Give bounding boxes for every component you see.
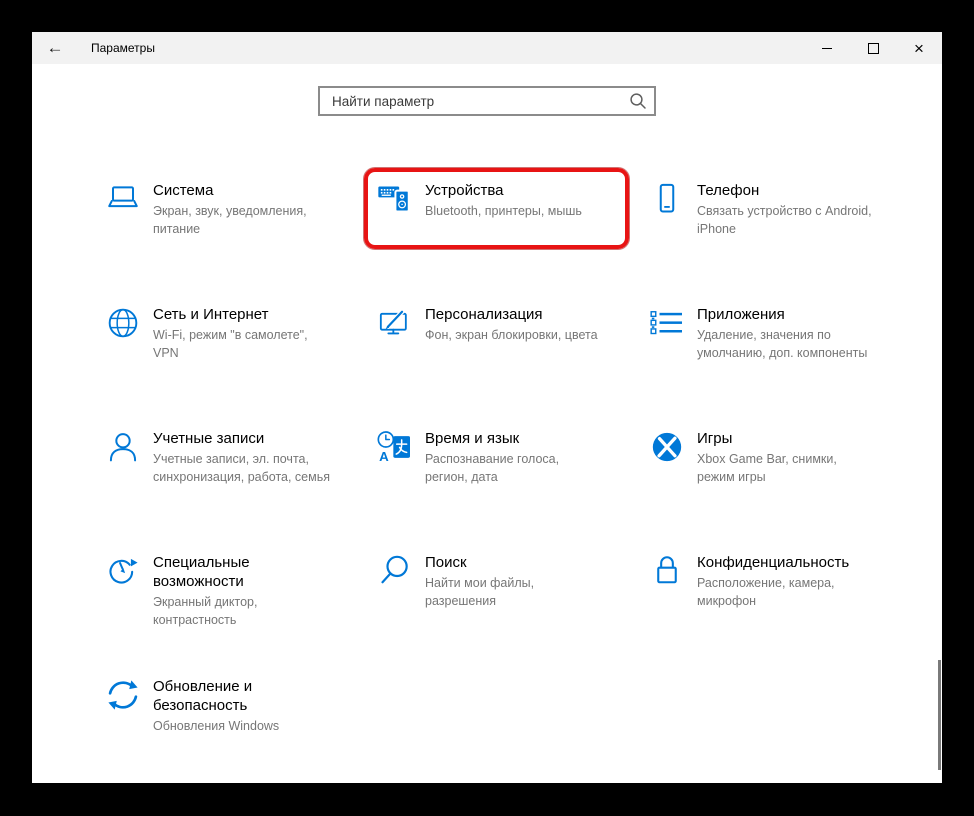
tile-globe[interactable]: Сеть и Интернет Wi-Fi, режим "в самолете… [94,294,355,371]
tile-accounts[interactable]: Учетные записи Учетные записи, эл. почта… [94,418,355,495]
tile-subtitle: Связать устройство с Android, iPhone [697,204,872,236]
apps-icon [647,303,687,343]
globe-icon [103,303,143,343]
tile-games[interactable]: Игры Xbox Game Bar, снимки, режим игры [638,418,899,495]
privacy-icon [647,551,687,591]
tile-subtitle: Bluetooth, принтеры, мышь [425,204,582,218]
tile-subtitle: Экранный диктор, контрастность [153,595,258,627]
tile-subtitle: Обновления Windows [153,719,280,733]
laptop-icon [103,179,143,219]
tile-accessibility[interactable]: Специальные возможности Экранный диктор,… [94,542,355,627]
tile-devices[interactable]: Устройства Bluetooth, принтеры, мышь [364,168,629,249]
tile-apps[interactable]: Приложения Удаление, значения по умолчан… [638,294,899,371]
tile-search-category[interactable]: Поиск Найти мои файлы, разрешения [366,542,627,619]
accessibility-icon [103,551,143,591]
search-category-icon [375,551,415,591]
titlebar-drag-area[interactable] [155,32,804,64]
tile-subtitle: Расположение, камера, микрофон [697,576,835,608]
tile-subtitle: Учетные записи, эл. почта, синхронизация… [153,452,331,484]
tile-title: Игры [697,430,733,447]
window-title: Параметры [91,41,155,55]
phone-icon [647,179,687,219]
minimize-button[interactable] [804,32,850,64]
tile-title: Телефон [697,182,760,199]
tile-subtitle: Распознавание голоса, регион, дата [425,452,560,484]
settings-window: ← Параметры × Система Экран, звук, уведо… [32,32,942,783]
titlebar[interactable]: ← Параметры × [32,32,942,64]
tile-subtitle: Найти мои файлы, разрешения [425,576,535,608]
tile-title: Устройства [425,182,504,199]
accounts-icon [103,427,143,467]
personalization-icon [375,303,415,343]
tile-title: Обновление и безопасность [153,678,253,714]
tile-title: Учетные записи [153,430,265,447]
tile-title: Время и язык [425,430,520,447]
minimize-icon [822,47,832,49]
back-arrow-icon: ← [46,38,64,57]
scrollbar[interactable] [938,660,941,770]
maximize-icon [867,42,879,54]
search-box [318,86,656,116]
tile-title: Сеть и Интернет [153,306,269,323]
search-input[interactable] [318,86,656,116]
tile-subtitle: Экран, звук, уведомления, питание [153,204,307,236]
tile-subtitle: Wi-Fi, режим "в самолете", VPN [153,328,308,360]
games-icon [647,427,687,467]
tile-update[interactable]: Обновление и безопасность Обновления Win… [94,666,355,743]
tile-subtitle: Удаление, значения по умолчанию, доп. ко… [697,328,868,360]
tile-subtitle: Xbox Game Bar, снимки, режим игры [697,452,837,484]
maximize-button[interactable] [850,32,896,64]
update-icon [103,675,143,715]
tile-title: Конфиденциальность [697,554,850,571]
tile-privacy[interactable]: Конфиденциальность Расположение, камера,… [638,542,899,619]
tile-title: Система [153,182,214,199]
tile-subtitle: Фон, экран блокировки, цвета [425,328,598,342]
settings-grid: Система Экран, звук, уведомления, питани… [94,168,910,790]
search-icon[interactable] [629,92,647,110]
back-button[interactable]: ← [32,32,78,64]
tile-personalization[interactable]: Персонализация Фон, экран блокировки, цв… [366,294,627,371]
tile-title: Приложения [697,306,785,323]
close-icon: × [914,38,924,58]
tile-title: Специальные возможности [153,554,250,590]
close-button[interactable]: × [896,32,942,64]
tile-laptop[interactable]: Система Экран, звук, уведомления, питани… [94,170,355,247]
tile-title: Поиск [425,554,467,571]
devices-icon [375,179,415,219]
tile-title: Персонализация [425,306,543,323]
tile-time-language[interactable]: Время и язык Распознавание голоса, регио… [366,418,627,495]
time-language-icon [375,427,415,467]
tile-phone[interactable]: Телефон Связать устройство с Android, iP… [638,170,899,247]
